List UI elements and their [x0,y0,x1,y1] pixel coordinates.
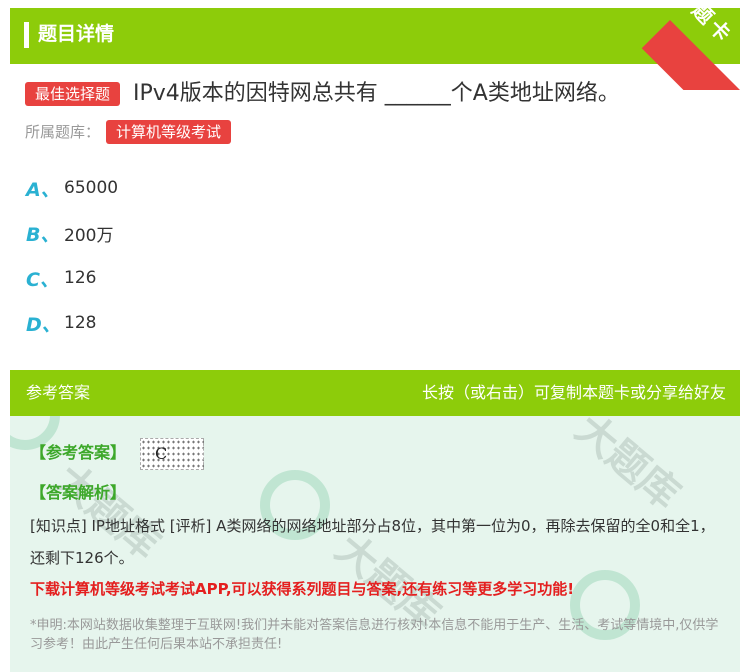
option-c[interactable]: C、 126 [26,263,96,293]
option-a[interactable]: A、 65000 [26,173,118,203]
answer-header: 参考答案 长按（或右击）可复制本题卡或分享给好友 [10,370,740,416]
option-b[interactable]: B、 200万 [26,218,113,248]
question-text: IPv4版本的因特网总共有 ______个A类地址网络。 [133,81,620,106]
option-letter: C、 [26,268,59,291]
option-d[interactable]: D、 128 [26,308,96,338]
disclaimer-text: *申明:本网站数据收集整理于互联网!我们并未能对答案信息进行核对!本信息不能用于… [30,618,719,652]
question-type-badge: 最佳选择题 [25,82,121,106]
analysis-text: [知识点] IP地址格式 [评析] A类网络的网络地址部分占8位，其中第一位为0… [30,517,715,567]
option-letter: B、 [26,223,60,246]
page-title: 题目详情 [38,23,115,45]
header-bar [10,8,740,64]
app-promo-text[interactable]: 下载计算机等级考试考试APP,可以获得系列题目与答案,还有练习等更多学习功能! [30,578,574,600]
option-text: 128 [64,313,97,333]
option-letter: D、 [26,313,61,336]
analysis-label: 【答案解析】 [30,483,127,502]
option-letter: A、 [26,178,60,201]
answer-section-title: 参考答案 [26,383,91,402]
library-label: 所属题库： [25,123,101,141]
option-text: 65000 [64,178,119,198]
library-badge[interactable]: 计算机等级考试 [106,120,232,144]
ref-answer-label: 【参考答案】 [30,443,127,462]
option-text: 126 [64,268,97,288]
watermark-text: 大题库 [566,405,689,519]
option-text: 200万 [64,225,114,246]
answer-panel[interactable]: 大题库 大题库 大题库 参考答案 长按（或右击）可复制本题卡或分享给好友 【参考… [10,370,740,672]
header-accent-mark [24,22,29,48]
ref-answer-image: C [140,438,204,470]
share-hint: 长按（或右击）可复制本题卡或分享给好友 [421,383,726,402]
